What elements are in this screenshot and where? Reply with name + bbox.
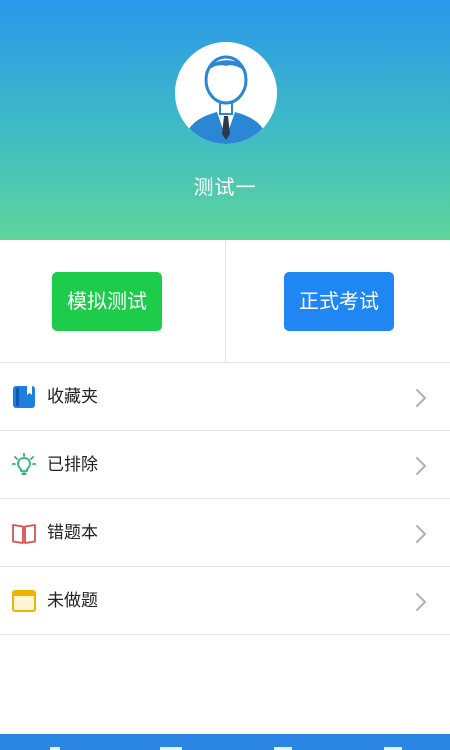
avatar[interactable] <box>175 42 277 144</box>
mock-test-button[interactable]: 模拟测试 <box>52 272 162 331</box>
chevron-right-icon <box>415 592 427 612</box>
menu-item-label: 错题本 <box>47 523 98 543</box>
menu-item-label: 收藏夹 <box>47 387 98 407</box>
menu-item-label: 已排除 <box>47 455 98 475</box>
chevron-right-icon <box>415 456 427 476</box>
formal-exam-button[interactable]: 正式考试 <box>284 272 394 331</box>
businessman-avatar-icon <box>175 42 277 144</box>
action-divider <box>225 240 226 362</box>
window-icon <box>12 589 36 613</box>
menu-list: 收藏夹 已排除 错题本 未做题 <box>0 363 450 635</box>
lightbulb-icon <box>12 453 36 477</box>
profile-header: 测试一 <box>0 0 450 240</box>
chevron-right-icon <box>415 388 427 408</box>
menu-item-wrong-answers[interactable]: 错题本 <box>0 499 450 567</box>
menu-item-label: 未做题 <box>47 591 98 611</box>
bottom-tab-bar[interactable] <box>0 734 450 750</box>
menu-item-favorites[interactable]: 收藏夹 <box>0 363 450 431</box>
action-row: 模拟测试 正式考试 <box>0 240 450 363</box>
user-name: 测试一 <box>193 175 257 199</box>
open-book-icon <box>12 521 36 545</box>
chevron-right-icon <box>415 524 427 544</box>
bookmark-icon <box>12 385 36 409</box>
menu-item-excluded[interactable]: 已排除 <box>0 431 450 499</box>
menu-item-unanswered[interactable]: 未做题 <box>0 567 450 635</box>
